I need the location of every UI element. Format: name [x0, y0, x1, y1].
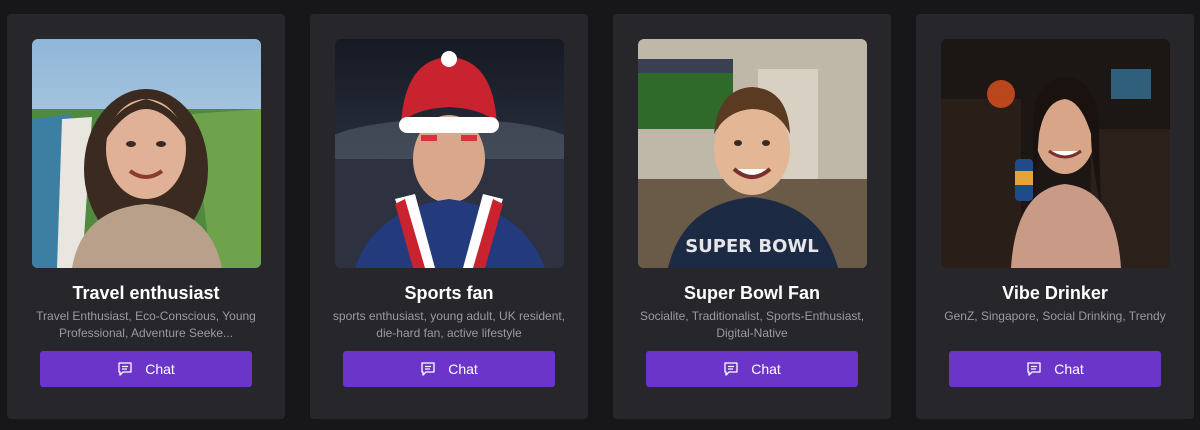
persona-avatar [335, 39, 564, 268]
persona-tags: sports enthusiast, young adult, UK resid… [332, 309, 566, 340]
chat-icon [117, 361, 133, 377]
avatar-image [32, 39, 261, 268]
persona-card: Travel enthusiast Travel Enthusiast, Eco… [7, 14, 285, 419]
chat-button-label: Chat [448, 361, 478, 377]
persona-name: Vibe Drinker [1002, 283, 1108, 303]
chat-button[interactable]: Chat [949, 351, 1161, 387]
persona-tags: GenZ, Singapore, Social Drinking, Trendy [944, 309, 1166, 323]
persona-tags: Travel Enthusiast, Eco-Conscious, Young … [36, 309, 256, 340]
persona-name: Super Bowl Fan [683, 283, 820, 303]
chat-icon [420, 361, 436, 377]
persona-card: Sports fan sports enthusiast, young adul… [310, 14, 588, 419]
persona-grid: Travel enthusiast Travel Enthusiast, Eco… [0, 0, 1200, 430]
chat-icon [723, 361, 739, 377]
chat-button[interactable]: Chat [343, 351, 555, 387]
persona-card: Vibe Drinker GenZ, Singapore, Social Dri… [916, 14, 1194, 419]
avatar-image [941, 39, 1170, 268]
persona-name: Sports fan [404, 283, 494, 303]
chat-icon [1026, 361, 1042, 377]
avatar-image [335, 39, 564, 268]
chat-button-label: Chat [1054, 361, 1084, 377]
persona-name: Travel enthusiast [72, 283, 220, 303]
persona-card: SUPER BOWL Super Bowl Fan Socialite, Tra… [613, 14, 891, 419]
avatar-image: SUPER BOWL [638, 39, 867, 268]
chat-button-label: Chat [145, 361, 175, 377]
chat-button[interactable]: Chat [40, 351, 252, 387]
persona-avatar: SUPER BOWL [638, 39, 867, 268]
persona-avatar [32, 39, 261, 268]
chat-button-label: Chat [751, 361, 781, 377]
svg-text:SUPER BOWL: SUPER BOWL [685, 236, 819, 257]
chat-button[interactable]: Chat [646, 351, 858, 387]
persona-avatar [941, 39, 1170, 268]
persona-tags: Socialite, Traditionalist, Sports-Enthus… [639, 309, 865, 340]
